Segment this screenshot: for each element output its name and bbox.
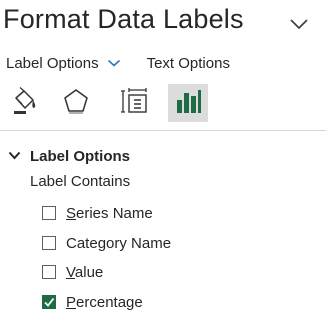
tab-text-options[interactable]: Text Options xyxy=(147,55,230,72)
label-contains-heading: Label Contains xyxy=(30,173,131,190)
chevron-down-icon xyxy=(289,17,309,35)
tab-label-options[interactable]: Label Options xyxy=(6,55,121,72)
category-name-checkbox[interactable] xyxy=(42,236,56,250)
tab-text-options-label: Text Options xyxy=(146,54,230,72)
options-tabs: Label Options Text Options xyxy=(6,52,230,74)
checkmark-icon xyxy=(44,297,55,307)
value-label: Value xyxy=(66,263,104,281)
category-name-option[interactable]: Category Name xyxy=(42,233,171,253)
dropdown-chevron-icon[interactable] xyxy=(107,59,121,67)
size-properties-icon xyxy=(119,86,149,121)
series-name-label: Series Name xyxy=(66,204,153,222)
value-checkbox[interactable] xyxy=(42,265,56,279)
fill-line-icon xyxy=(9,86,39,121)
category-icon-bar xyxy=(0,82,326,124)
section-collapse-chevron-icon xyxy=(8,147,21,165)
label-options-section-header[interactable]: Label Options xyxy=(8,146,130,166)
series-name-checkbox[interactable] xyxy=(42,206,56,220)
size-properties-tab[interactable] xyxy=(114,84,154,122)
effects-tab[interactable] xyxy=(56,84,96,122)
label-options-tab[interactable] xyxy=(168,84,208,122)
tab-label-options-label: Label Options xyxy=(6,54,99,72)
label-options-bar-chart-icon xyxy=(173,86,203,121)
pane-options-button[interactable] xyxy=(284,14,314,38)
percentage-checkbox[interactable] xyxy=(42,295,56,309)
pane-title: Format Data Labels xyxy=(3,4,244,34)
section-divider xyxy=(0,130,326,131)
category-name-label: Category Name xyxy=(66,234,172,252)
fill-line-tab[interactable] xyxy=(4,84,44,122)
series-name-option[interactable]: Series Name xyxy=(42,203,153,223)
percentage-label: Percentage xyxy=(66,293,143,311)
value-option[interactable]: Value xyxy=(42,262,103,282)
effects-pentagon-icon xyxy=(61,86,91,121)
percentage-option[interactable]: Percentage xyxy=(42,292,143,312)
section-title: Label Options xyxy=(30,147,131,165)
